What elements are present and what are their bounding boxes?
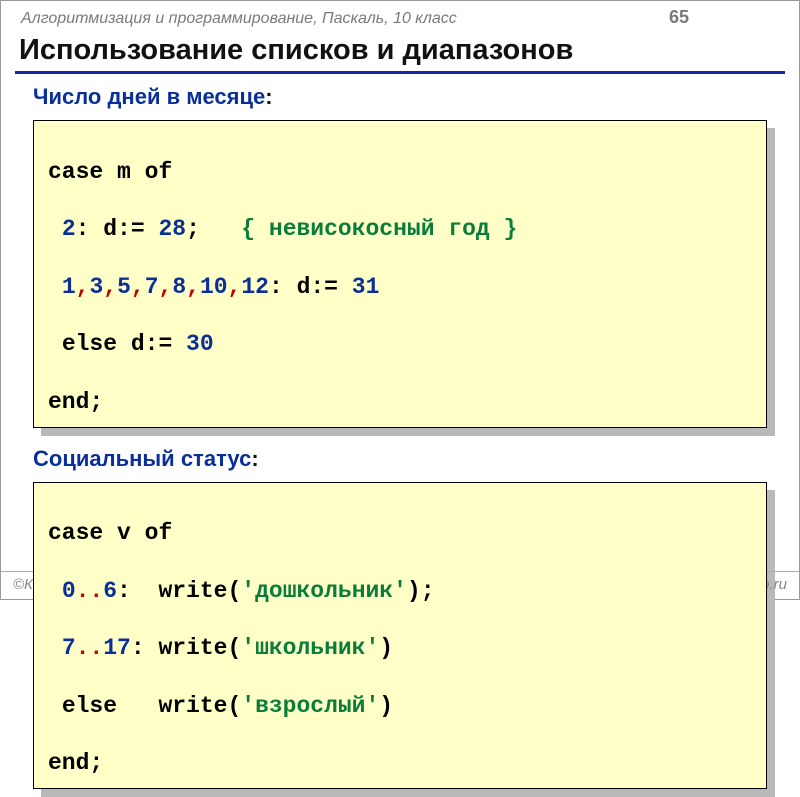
code-kw: of bbox=[145, 159, 173, 185]
code-kw: end bbox=[48, 750, 89, 776]
code-string: 'взрослый' bbox=[241, 693, 379, 719]
code-num: 31 bbox=[352, 274, 380, 300]
code-var: v bbox=[103, 520, 144, 546]
section-label-status-text: Социальный статус bbox=[33, 446, 251, 471]
code-num: 2 bbox=[62, 216, 76, 242]
code-string: 'школьник' bbox=[241, 635, 379, 661]
code-num: 1 bbox=[62, 274, 76, 300]
codeblock-days: case m of 2: d:= 28; { невисокосный год … bbox=[33, 120, 767, 428]
code-op: write( bbox=[117, 693, 241, 719]
code-comment: { невисокосный год } bbox=[241, 216, 517, 242]
code-kw: of bbox=[145, 520, 173, 546]
code-op: : write( bbox=[131, 635, 241, 661]
code-kw: else bbox=[62, 331, 117, 357]
code-num: 17 bbox=[103, 635, 131, 661]
codeblock-status-content: case v of 0..6: write('дошкольник'); 7..… bbox=[33, 482, 767, 790]
code-var: m bbox=[103, 159, 144, 185]
code-op: ) bbox=[379, 635, 393, 661]
code-kw: end bbox=[48, 389, 89, 415]
slide-header: Алгоритмизация и программирование, Паска… bbox=[1, 1, 799, 30]
code-num: 8 bbox=[172, 274, 186, 300]
code-num: 5 bbox=[117, 274, 131, 300]
code-num: 10 bbox=[200, 274, 228, 300]
code-kw: case bbox=[48, 159, 103, 185]
code-num: 28 bbox=[158, 216, 186, 242]
code-kw: else bbox=[62, 693, 117, 719]
codeblock-status: case v of 0..6: write('дошкольник'); 7..… bbox=[33, 482, 767, 790]
code-op: ; bbox=[89, 389, 103, 415]
section-label-status: Социальный статус: bbox=[33, 446, 799, 472]
code-num: 7 bbox=[145, 274, 159, 300]
code-op: : d:= bbox=[76, 216, 159, 242]
code-num: 12 bbox=[241, 274, 269, 300]
code-op: d:= bbox=[117, 331, 186, 357]
page-title: Использование списков и диапазонов bbox=[15, 34, 785, 74]
code-num: 7 bbox=[62, 635, 76, 661]
code-num: 3 bbox=[89, 274, 103, 300]
section-label-days: Число дней в месяце: bbox=[33, 84, 799, 110]
codeblock-days-content: case m of 2: d:= 28; { невисокосный год … bbox=[33, 120, 767, 428]
page-number: 65 bbox=[669, 7, 689, 28]
code-range: .. bbox=[76, 635, 104, 661]
course-name: Алгоритмизация и программирование, Паска… bbox=[21, 10, 457, 28]
code-op: ; bbox=[89, 750, 103, 776]
code-num: 30 bbox=[186, 331, 214, 357]
section-label-days-text: Число дней в месяце bbox=[33, 84, 265, 109]
code-kw: case bbox=[48, 520, 103, 546]
code-op: : d:= bbox=[269, 274, 352, 300]
code-op: ) bbox=[379, 693, 393, 719]
code-op: ; bbox=[186, 216, 241, 242]
